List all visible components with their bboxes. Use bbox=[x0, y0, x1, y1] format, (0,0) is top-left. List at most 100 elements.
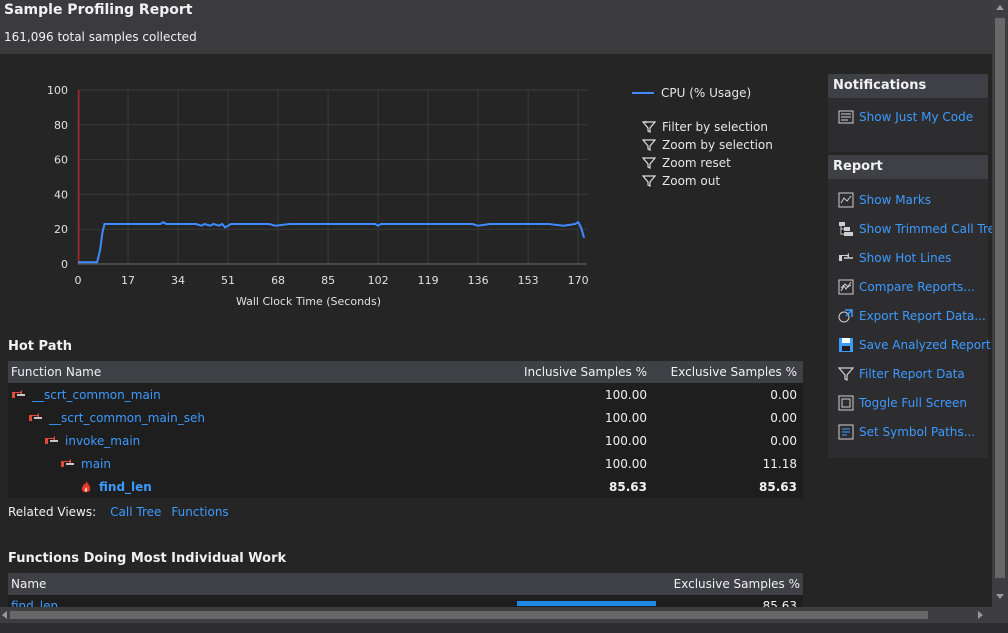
exclusive-bar bbox=[517, 601, 656, 606]
show-hot-lines-link[interactable]: Show Hot Lines bbox=[828, 243, 988, 272]
show-marks-link[interactable]: Show Marks bbox=[828, 185, 988, 214]
toggle-full-screen-label: Toggle Full Screen bbox=[859, 395, 967, 410]
function-link[interactable]: __scrt_common_main bbox=[32, 388, 161, 402]
notifications-panel: Notifications Show Just My Code bbox=[828, 74, 988, 152]
functions-link[interactable]: Functions bbox=[171, 505, 228, 519]
export-report-data-link[interactable]: Export Report Data... bbox=[828, 301, 988, 330]
x-tick-label: 68 bbox=[271, 274, 285, 287]
toggle-full-screen-link[interactable]: Toggle Full Screen bbox=[828, 388, 988, 417]
marks-icon bbox=[838, 192, 854, 207]
x-tick-label: 85 bbox=[321, 274, 335, 287]
horizontal-scroll-thumb[interactable] bbox=[10, 611, 928, 619]
report-header: Sample Profiling Report 161,096 total sa… bbox=[0, 0, 992, 54]
report-body: 0 20 40 60 80 100 0 17 34 51 68 85 102 119 136 153 170 Wa… bbox=[0, 54, 992, 607]
exclusive-value: 11.18 bbox=[762, 456, 797, 471]
filter-report-data-link[interactable]: Filter Report Data bbox=[828, 359, 988, 388]
x-tick-label: 34 bbox=[171, 274, 185, 287]
just-my-code-icon bbox=[838, 110, 854, 123]
save-analyzed-report-link[interactable]: Save Analyzed Report... bbox=[828, 330, 992, 359]
exclusive-value: 85.63 bbox=[759, 479, 797, 494]
function-link[interactable]: invoke_main bbox=[65, 434, 140, 448]
report-actions-panel: Report Show Marks Show Trimmed Call Tree… bbox=[828, 155, 992, 458]
cpu-usage-chart-svg[interactable]: 0 20 40 60 80 100 0 17 34 51 68 85 102 119 136 153 170 Wa… bbox=[0, 54, 620, 324]
call-tree-link[interactable]: Call Tree bbox=[110, 505, 161, 519]
show-trimmed-call-tree-label: Show Trimmed Call Tree bbox=[859, 221, 992, 236]
column-exclusive-samples[interactable]: Exclusive Samples % bbox=[651, 365, 803, 379]
horizontal-scrollbar[interactable] bbox=[0, 607, 992, 623]
hot-path-table: Function Name Inclusive Samples % Exclus… bbox=[8, 361, 803, 498]
fullscreen-icon bbox=[838, 395, 854, 410]
x-tick-label: 170 bbox=[568, 274, 589, 287]
inclusive-value: 100.00 bbox=[605, 456, 647, 471]
scrollbar-corner bbox=[992, 607, 1008, 623]
function-link[interactable]: find_len bbox=[99, 480, 152, 494]
zoom-reset-icon bbox=[642, 157, 656, 169]
scroll-right-icon[interactable] bbox=[978, 611, 983, 619]
filter-by-selection-button[interactable]: Filter by selection bbox=[632, 118, 812, 136]
vertical-scrollbar[interactable] bbox=[992, 0, 1008, 607]
filter-by-selection-label: Filter by selection bbox=[662, 120, 769, 134]
filter-report-data-label: Filter Report Data bbox=[859, 366, 965, 381]
export-report-data-label: Export Report Data... bbox=[859, 308, 986, 323]
flame-icon bbox=[81, 480, 91, 492]
column-function-name[interactable]: Function Name bbox=[8, 361, 497, 383]
function-link[interactable]: main bbox=[81, 457, 111, 471]
table-row[interactable]: find_len 85.63 85.63 bbox=[8, 475, 803, 498]
report-panel-title: Report bbox=[828, 155, 988, 179]
status-bar bbox=[0, 623, 1008, 633]
show-trimmed-call-tree-link[interactable]: Show Trimmed Call Tree bbox=[828, 214, 992, 243]
most-work-header: Name Exclusive Samples % bbox=[8, 573, 803, 595]
exclusive-value: 0.00 bbox=[770, 433, 797, 448]
y-tick-label: 60 bbox=[54, 154, 68, 167]
show-just-my-code-label: Show Just My Code bbox=[859, 109, 974, 124]
x-tick-label: 102 bbox=[368, 274, 389, 287]
table-row[interactable]: invoke_main 100.00 0.00 bbox=[8, 429, 803, 452]
function-link[interactable]: find_len bbox=[11, 599, 58, 607]
samples-summary: 161,096 total samples collected bbox=[4, 30, 197, 44]
zoom-reset-button[interactable]: Zoom reset bbox=[632, 154, 812, 172]
exclusive-value: 85.63 bbox=[762, 599, 797, 607]
column-exclusive-samples[interactable]: Exclusive Samples % bbox=[500, 577, 803, 591]
show-just-my-code-link[interactable]: Show Just My Code bbox=[828, 102, 988, 131]
hot-path-icon bbox=[45, 435, 58, 444]
cpu-usage-chart[interactable]: 0 20 40 60 80 100 0 17 34 51 68 85 102 119 136 153 170 Wa… bbox=[0, 54, 620, 324]
x-tick-label: 51 bbox=[221, 274, 235, 287]
zoom-by-selection-label: Zoom by selection bbox=[662, 138, 773, 152]
table-row[interactable]: __scrt_common_main_seh 100.00 0.00 bbox=[8, 406, 803, 429]
vertical-scroll-thumb[interactable] bbox=[995, 18, 1005, 578]
function-link[interactable]: __scrt_common_main_seh bbox=[49, 411, 205, 425]
table-row[interactable]: find_len 85.63 bbox=[8, 595, 803, 607]
hot-lines-icon bbox=[839, 252, 853, 261]
scroll-left-icon[interactable] bbox=[2, 611, 7, 619]
table-row[interactable]: main 100.00 11.18 bbox=[8, 452, 803, 475]
x-axis-label: Wall Clock Time (Seconds) bbox=[236, 295, 381, 308]
hot-path-title: Hot Path bbox=[8, 339, 72, 354]
inclusive-value: 85.63 bbox=[609, 479, 647, 494]
zoom-filter-icon bbox=[642, 139, 656, 151]
most-work-title: Functions Doing Most Individual Work bbox=[8, 551, 287, 566]
filter-icon bbox=[642, 120, 656, 133]
related-views: Related Views: Call Tree Functions bbox=[8, 504, 239, 520]
notifications-title: Notifications bbox=[828, 74, 988, 98]
column-inclusive-samples[interactable]: Inclusive Samples % bbox=[497, 365, 651, 379]
compare-icon bbox=[838, 279, 854, 294]
zoom-out-button[interactable]: Zoom out bbox=[632, 172, 812, 190]
x-tick-label: 0 bbox=[75, 274, 82, 287]
scroll-up-icon[interactable] bbox=[996, 5, 1004, 10]
compare-reports-link[interactable]: Compare Reports... bbox=[828, 272, 988, 301]
y-tick-label: 80 bbox=[54, 119, 68, 132]
chart-legend: CPU (% Usage) Filter by selection Zoom b… bbox=[632, 84, 812, 190]
inclusive-value: 100.00 bbox=[605, 433, 647, 448]
column-name[interactable]: Name bbox=[8, 573, 500, 595]
hot-path-icon bbox=[29, 412, 42, 421]
zoom-by-selection-button[interactable]: Zoom by selection bbox=[632, 136, 812, 154]
legend-item-cpu: CPU (% Usage) bbox=[632, 84, 812, 102]
most-work-table: Name Exclusive Samples % find_len 85.63 bbox=[8, 573, 803, 607]
table-row[interactable]: __scrt_common_main 100.00 0.00 bbox=[8, 383, 803, 406]
show-hot-lines-label: Show Hot Lines bbox=[859, 250, 952, 265]
set-symbol-paths-link[interactable]: Set Symbol Paths... bbox=[828, 417, 988, 446]
scroll-down-icon[interactable] bbox=[996, 594, 1004, 599]
zoom-out-label: Zoom out bbox=[662, 174, 721, 188]
y-tick-label: 20 bbox=[54, 223, 68, 236]
legend-label: CPU (% Usage) bbox=[661, 86, 752, 100]
